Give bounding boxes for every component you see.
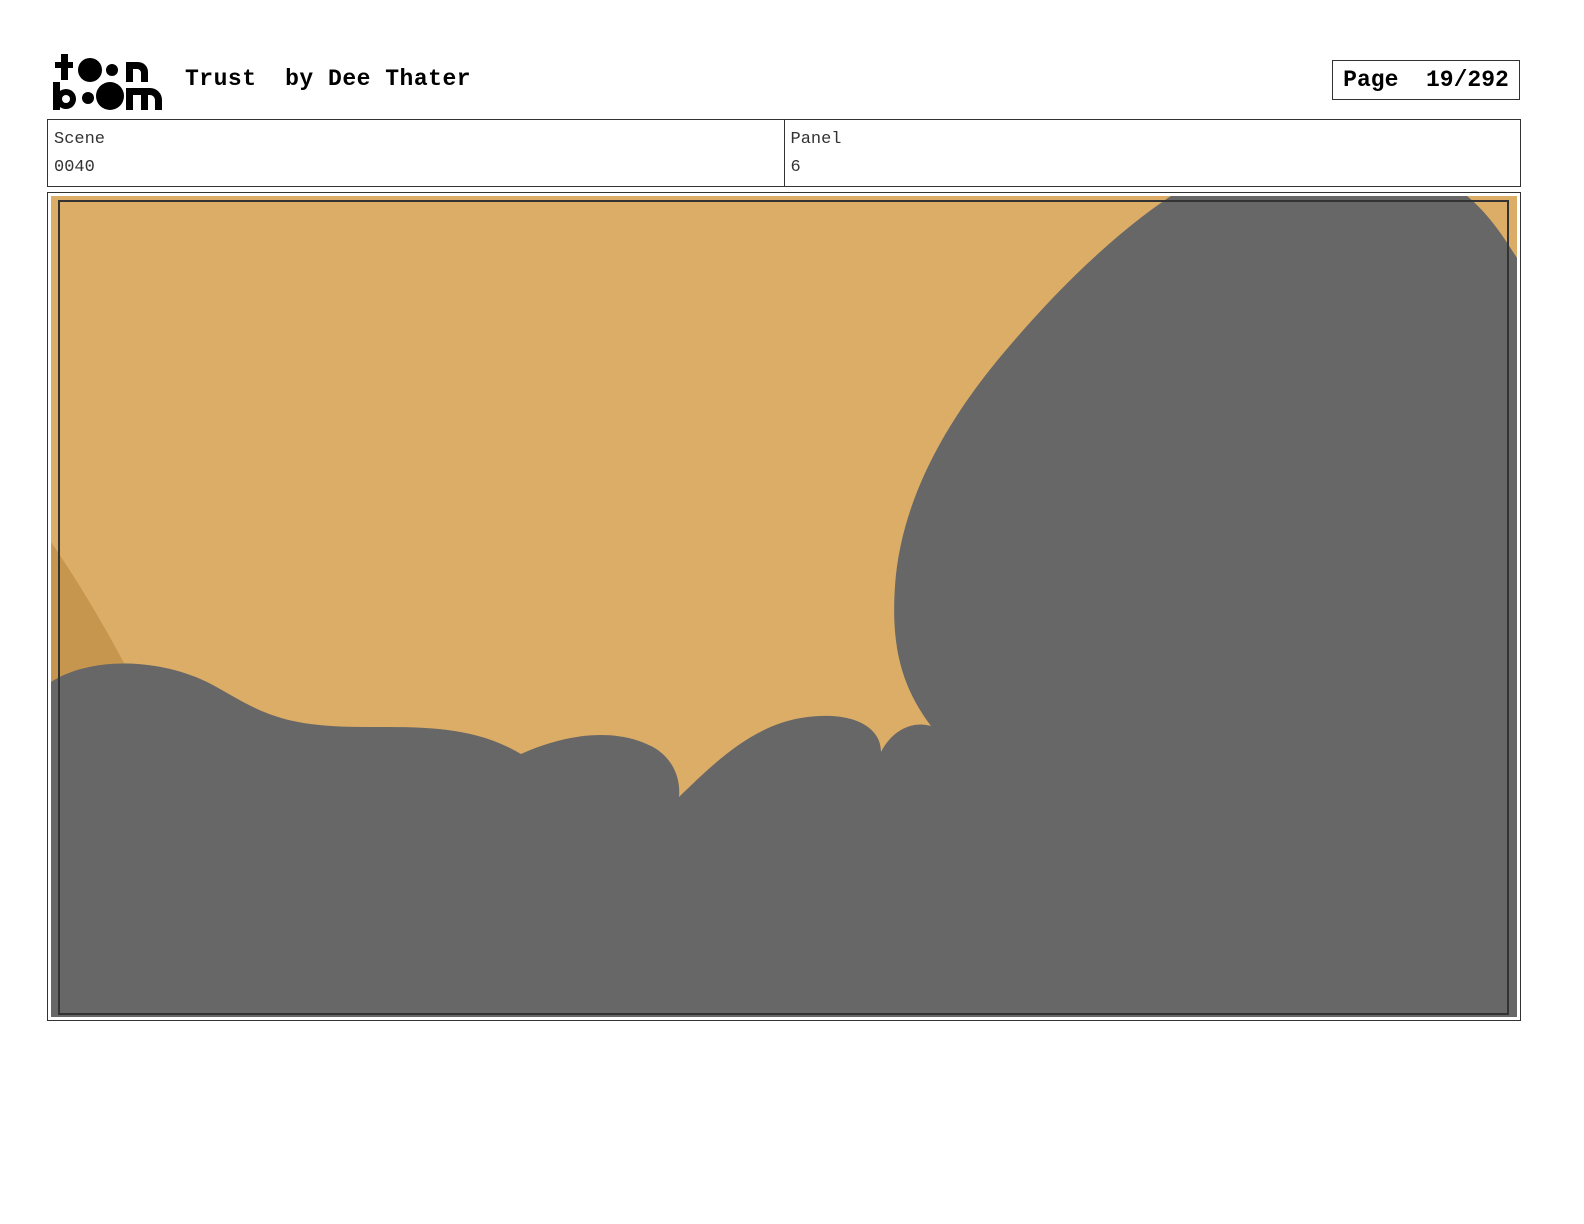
page-counter: Page 19/292 <box>1332 60 1520 100</box>
panel-artwork <box>51 196 1517 1017</box>
panel-value: 6 <box>790 158 801 177</box>
panel-cell: Panel 6 <box>783 120 1521 186</box>
scene-value: 0040 <box>54 158 95 177</box>
scene-label: Scene <box>54 130 106 149</box>
toon-boom-logo-icon <box>53 54 162 110</box>
storyboard-title: Trust by Dee Thater <box>185 66 472 92</box>
panel-frame <box>47 192 1521 1021</box>
scene-cell: Scene 0040 <box>48 120 784 186</box>
toon-boom-logo <box>52 52 164 112</box>
panel-label: Panel <box>790 130 842 149</box>
scene-panel-table: Scene 0040 Panel 6 <box>47 119 1521 187</box>
